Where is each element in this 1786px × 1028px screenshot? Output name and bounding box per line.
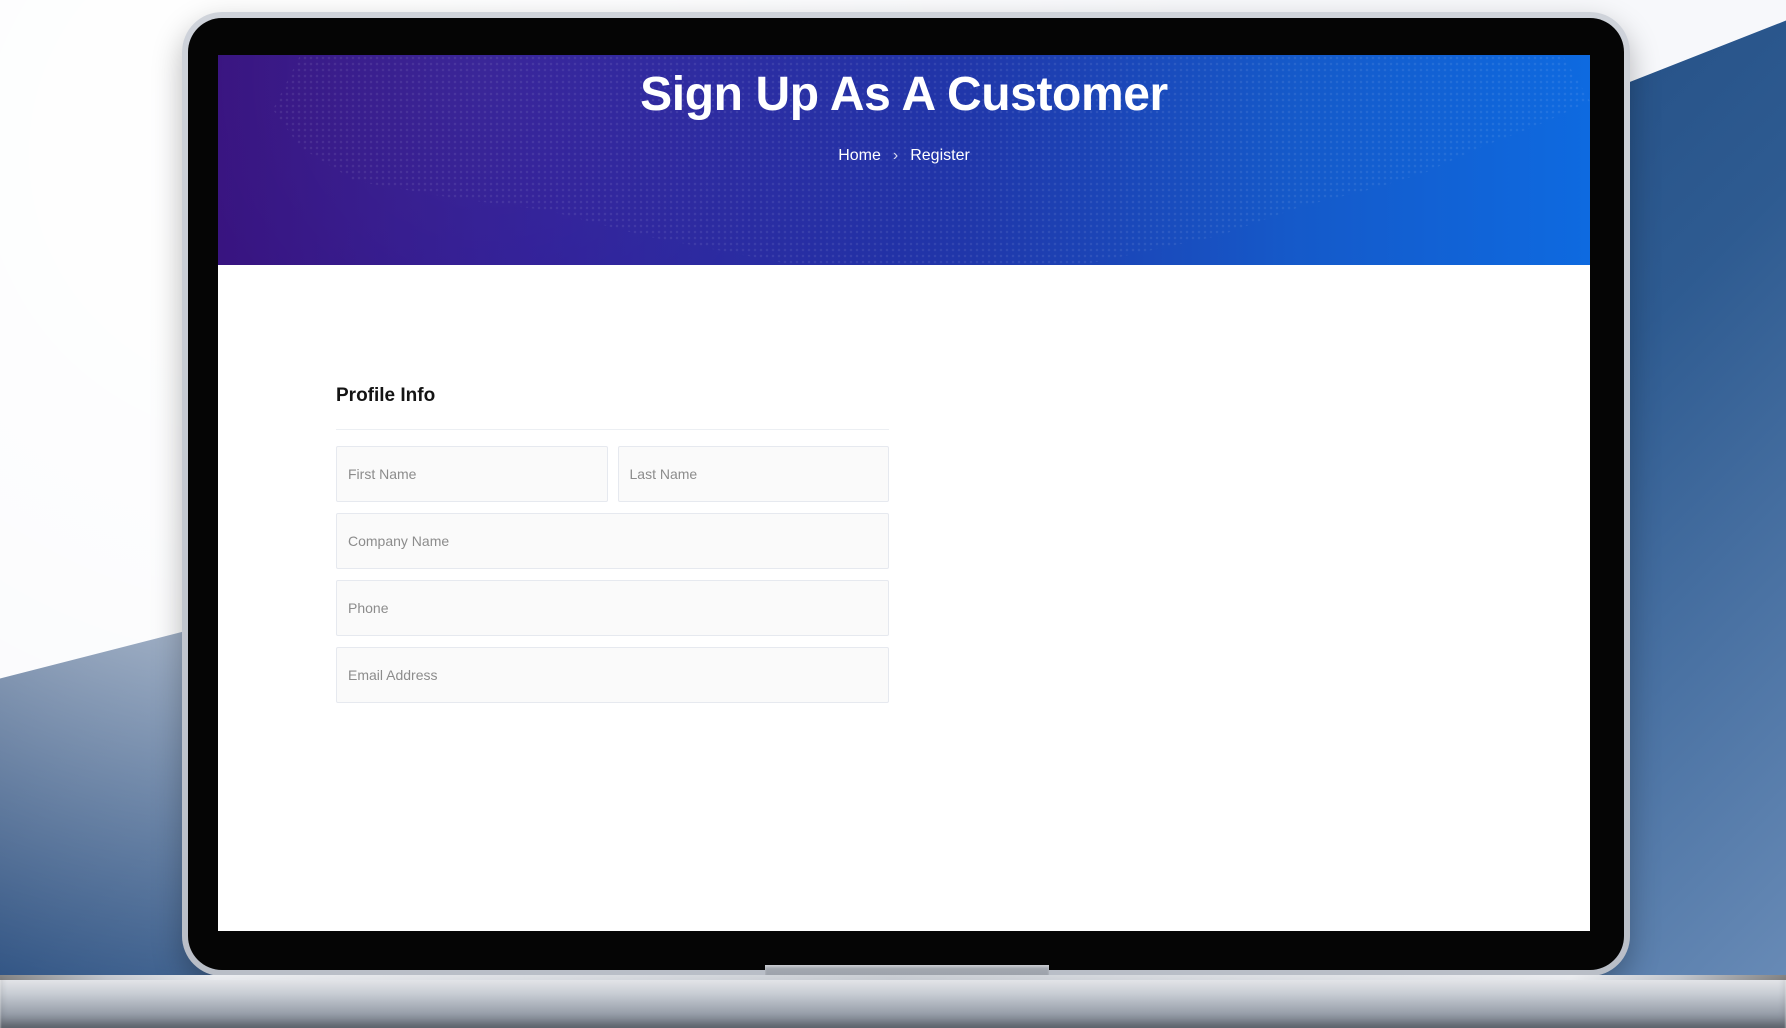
laptop-mockup: Sign Up As A Customer Home › Register Pr…: [0, 0, 1786, 1028]
breadcrumb: Home › Register: [218, 147, 1590, 165]
first-name-input[interactable]: [336, 446, 608, 502]
name-row: [336, 446, 889, 502]
laptop-base: [0, 975, 1786, 1028]
email-row: [336, 647, 889, 703]
breadcrumb-home[interactable]: Home: [838, 147, 881, 165]
page-title: Sign Up As A Customer: [640, 68, 1168, 121]
breadcrumb-separator: ›: [892, 147, 899, 164]
screen: Sign Up As A Customer Home › Register Pr…: [218, 55, 1590, 931]
section-title: Profile Info: [336, 385, 436, 406]
section-divider: [336, 429, 889, 430]
company-name-input[interactable]: [336, 513, 889, 569]
breadcrumb-register[interactable]: Register: [910, 147, 970, 165]
email-address-input[interactable]: [336, 647, 889, 703]
phone-row: [336, 580, 889, 636]
last-name-input[interactable]: [617, 446, 889, 502]
company-row: [336, 513, 889, 569]
profile-form: Profile Info: [336, 385, 889, 714]
phone-input[interactable]: [336, 580, 889, 636]
hero-banner: Sign Up As A Customer Home › Register: [218, 55, 1590, 265]
